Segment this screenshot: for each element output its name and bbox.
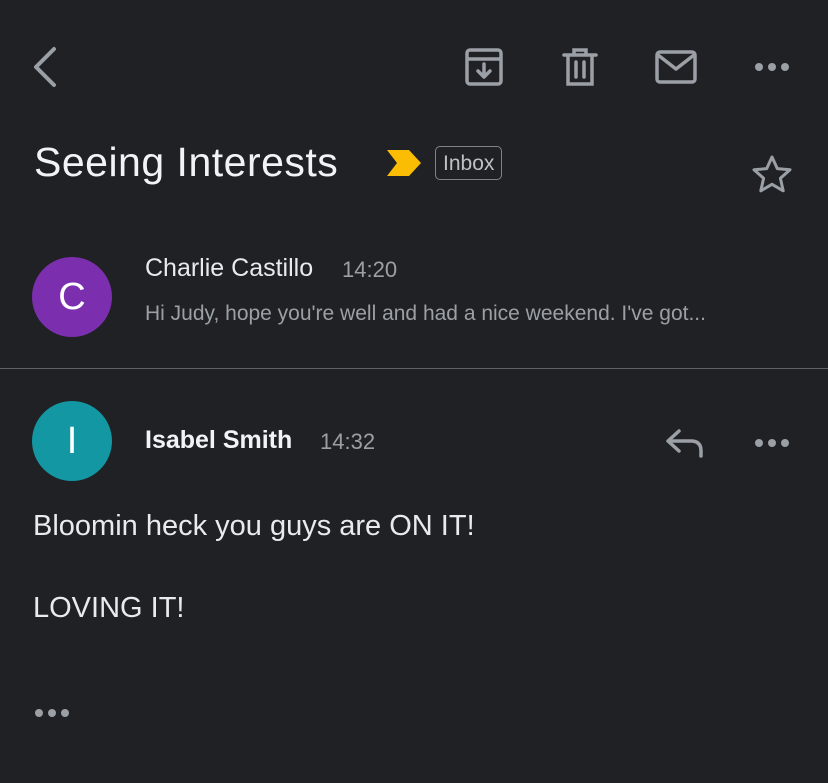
message-snippet: Hi Judy, hope you're well and had a nice…: [145, 302, 706, 325]
important-marker-icon: [387, 150, 421, 176]
more-horizontal-icon: [755, 63, 789, 71]
inbox-label-chip: Inbox: [435, 146, 503, 180]
sender-name[interactable]: Isabel Smith: [145, 426, 292, 455]
avatar[interactable]: I: [32, 401, 112, 481]
sender-name: Charlie Castillo: [145, 254, 314, 282]
star-button[interactable]: [748, 150, 796, 198]
archive-button[interactable]: [460, 44, 508, 90]
show-trimmed-content-icon: [35, 709, 69, 717]
avatar[interactable]: C: [32, 257, 112, 337]
reply-icon: [666, 429, 703, 458]
message-body-line: LOVING IT!: [33, 592, 185, 624]
more-options-button[interactable]: [748, 44, 796, 90]
thread-subject: Seeing Interests: [34, 139, 339, 185]
divider: [0, 368, 828, 369]
message-more-button[interactable]: [748, 420, 796, 466]
message-time: 14:20: [342, 257, 398, 282]
back-button[interactable]: [22, 42, 68, 92]
message-body-line: Bloomin heck you guys are ON IT!: [33, 510, 475, 542]
archive-icon: [465, 48, 503, 86]
show-trimmed-content-button[interactable]: [26, 694, 78, 732]
delete-button[interactable]: [556, 44, 604, 90]
star-outline-icon: [752, 155, 792, 193]
chevron-left-icon: [34, 47, 56, 87]
importance-marker[interactable]: [386, 148, 422, 178]
mark-unread-button[interactable]: [652, 44, 700, 90]
trash-icon: [562, 48, 598, 86]
mail-icon: [655, 50, 697, 84]
more-horizontal-icon: [755, 439, 789, 447]
reply-button[interactable]: [660, 420, 710, 466]
message-time: 14:32: [320, 429, 376, 454]
